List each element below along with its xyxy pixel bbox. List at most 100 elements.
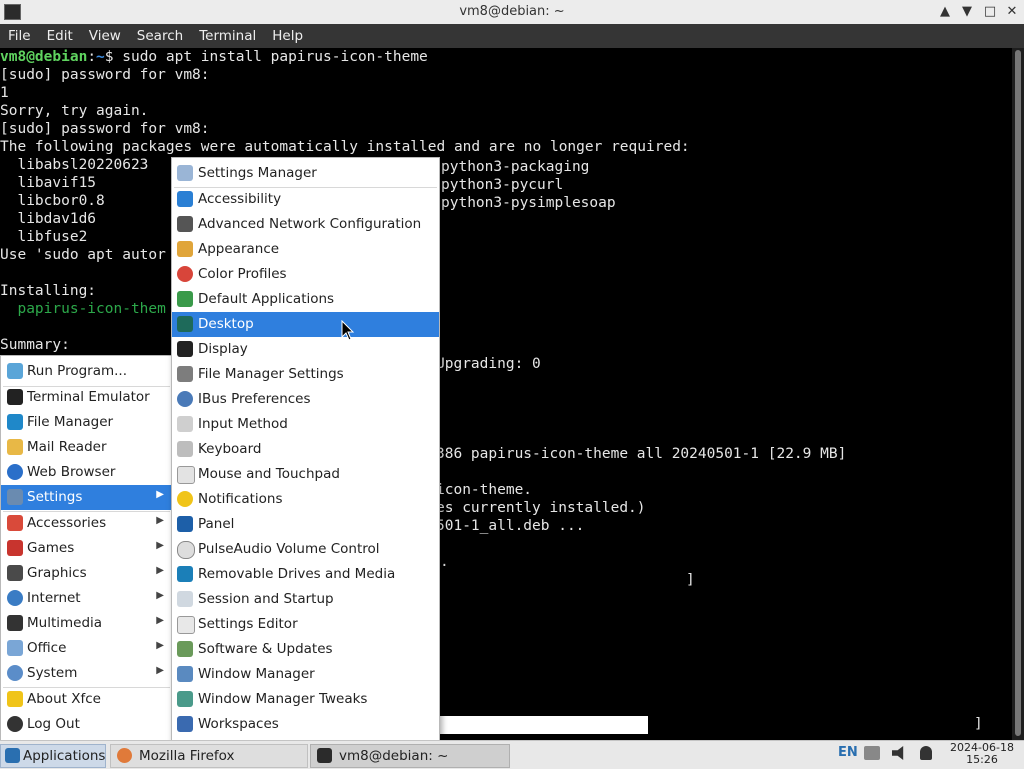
menu-item-office[interactable]: Office ▶: [1, 636, 172, 661]
menu-item-settings[interactable]: Settings ▶: [1, 485, 172, 510]
minimize-button[interactable]: ▲: [936, 3, 954, 21]
menu-item-label: Desktop: [198, 316, 254, 332]
workspaces-icon: [177, 716, 193, 732]
terminal-line: 501-1_all.deb ...: [436, 518, 585, 534]
menu-help[interactable]: Help: [264, 24, 311, 44]
menu-item-desktop[interactable]: Desktop: [172, 312, 439, 337]
menu-item-system[interactable]: System ▶: [1, 661, 172, 686]
menu-item-accessories[interactable]: Accessories ▶: [1, 511, 172, 536]
audio-icon: [177, 541, 195, 559]
menu-item-label: About Xfce: [27, 691, 101, 707]
menu-item-multimedia[interactable]: Multimedia ▶: [1, 611, 172, 636]
menu-terminal[interactable]: Terminal: [191, 24, 264, 44]
mouse-cursor-icon: [341, 320, 355, 341]
menu-item-label: Notifications: [198, 491, 283, 507]
color-profiles-icon: [177, 266, 193, 282]
terminal-scrollbar[interactable]: [1012, 48, 1024, 740]
menu-item-label: PulseAudio Volume Control: [198, 541, 380, 557]
menu-item-settings-manager[interactable]: Settings Manager: [172, 161, 439, 186]
menu-item-file-manager[interactable]: File Manager: [1, 410, 172, 435]
menu-item-label: Keyboard: [198, 441, 262, 457]
menu-item-display[interactable]: Display: [172, 337, 439, 362]
menu-item-label: Accessibility: [198, 191, 282, 207]
scrollbar-thumb[interactable]: [1015, 50, 1021, 736]
shade-button[interactable]: ▼: [958, 3, 976, 21]
chevron-right-icon: ▶: [156, 540, 164, 551]
menu-item-games[interactable]: Games ▶: [1, 536, 172, 561]
maximize-button[interactable]: □: [981, 3, 999, 21]
chevron-right-icon: ▶: [156, 665, 164, 676]
clock[interactable]: 2024-06-18 15:26: [944, 742, 1020, 766]
window-title: vm8@debian: ~: [459, 4, 565, 19]
keyboard-layout-indicator[interactable]: EN: [838, 745, 858, 760]
terminal-line: [sudo] password for vm8:: [0, 121, 210, 137]
menu-edit[interactable]: Edit: [39, 24, 81, 44]
ibus-icon: [177, 391, 193, 407]
menu-item-window-manager-tweaks[interactable]: Window Manager Tweaks: [172, 687, 439, 712]
appearance-icon: [177, 241, 193, 257]
menu-item-input-method[interactable]: Input Method: [172, 412, 439, 437]
menu-item-workspaces[interactable]: Workspaces: [172, 712, 439, 737]
menu-item-removable-drives[interactable]: Removable Drives and Media: [172, 562, 439, 587]
menu-file[interactable]: File: [0, 24, 39, 44]
menu-item-keyboard[interactable]: Keyboard: [172, 437, 439, 462]
menu-item-accessibility[interactable]: Accessibility: [172, 187, 439, 212]
star-icon: [7, 691, 23, 707]
menu-item-label: Accessories: [27, 515, 107, 531]
menu-item-window-manager[interactable]: Window Manager: [172, 662, 439, 687]
menu-item-appearance[interactable]: Appearance: [172, 237, 439, 262]
menu-view[interactable]: View: [81, 24, 129, 44]
default-applications-icon: [177, 291, 193, 307]
menu-item-label: Mail Reader: [27, 439, 107, 455]
menu-item-settings-editor[interactable]: Settings Editor: [172, 612, 439, 637]
network-icon[interactable]: [864, 746, 880, 760]
taskbar-item-firefox[interactable]: Mozilla Firefox: [110, 744, 308, 768]
menu-item-software-updates[interactable]: Software & Updates: [172, 637, 439, 662]
window-titlebar[interactable]: vm8@debian: ~ ▲ ▼ □ ✕: [0, 0, 1024, 25]
menu-item-label: Display: [198, 341, 248, 357]
menu-item-panel[interactable]: Panel: [172, 512, 439, 537]
menu-item-mouse-touchpad[interactable]: Mouse and Touchpad: [172, 462, 439, 487]
taskbar-item-terminal[interactable]: vm8@debian: ~: [310, 744, 510, 768]
terminal-line: Upgrading: 0: [436, 356, 541, 372]
chevron-right-icon: ▶: [156, 615, 164, 626]
menu-item-session-startup[interactable]: Session and Startup: [172, 587, 439, 612]
menu-item-terminal-emulator[interactable]: Terminal Emulator: [1, 385, 172, 410]
cards-icon: [7, 540, 23, 556]
terminal-line: Installing:: [0, 283, 97, 299]
terminal-line: libavif15: [0, 175, 97, 191]
folder-icon: [7, 414, 23, 430]
menu-item-advanced-network[interactable]: Advanced Network Configuration: [172, 212, 439, 237]
taskbar-item-label: vm8@debian: ~: [339, 748, 449, 764]
menu-item-ibus-preferences[interactable]: IBus Preferences: [172, 387, 439, 412]
applications-menu: Run Program... Terminal Emulator File Ma…: [0, 355, 173, 742]
menu-item-pulseaudio[interactable]: PulseAudio Volume Control: [172, 537, 439, 562]
menu-item-label: Log Out: [27, 716, 80, 732]
terminal-line: python3-packaging: [441, 159, 590, 175]
terminal-line: Use 'sudo apt autor: [0, 247, 166, 263]
taskbar: Applications Mozilla Firefox vm8@debian:…: [0, 740, 1024, 769]
menu-item-mail-reader[interactable]: Mail Reader: [1, 435, 172, 460]
menu-item-notifications[interactable]: Notifications: [172, 487, 439, 512]
menu-item-web-browser[interactable]: Web Browser: [1, 460, 172, 485]
volume-icon[interactable]: [892, 746, 904, 760]
keyboard-icon: [177, 441, 193, 457]
menu-search[interactable]: Search: [129, 24, 191, 44]
menu-item-default-applications[interactable]: Default Applications: [172, 287, 439, 312]
menu-item-run-program[interactable]: Run Program...: [1, 359, 172, 384]
menu-item-file-manager-settings[interactable]: File Manager Settings: [172, 362, 439, 387]
file-manager-settings-icon: [177, 366, 193, 382]
menu-item-about-xfce[interactable]: About Xfce: [1, 687, 172, 712]
menu-item-log-out[interactable]: Log Out: [1, 712, 172, 737]
menu-item-label: Office: [27, 640, 67, 656]
menu-item-graphics[interactable]: Graphics ▶: [1, 561, 172, 586]
menu-item-internet[interactable]: Internet ▶: [1, 586, 172, 611]
power-icon: [7, 716, 23, 732]
close-button[interactable]: ✕: [1003, 3, 1021, 21]
terminal-line: [sudo] password for vm8:: [0, 67, 210, 83]
menu-item-label: Internet: [27, 590, 81, 606]
notification-bell-icon[interactable]: [920, 746, 932, 760]
terminal-icon: [7, 389, 23, 405]
applications-button[interactable]: Applications: [0, 744, 106, 768]
menu-item-color-profiles[interactable]: Color Profiles: [172, 262, 439, 287]
